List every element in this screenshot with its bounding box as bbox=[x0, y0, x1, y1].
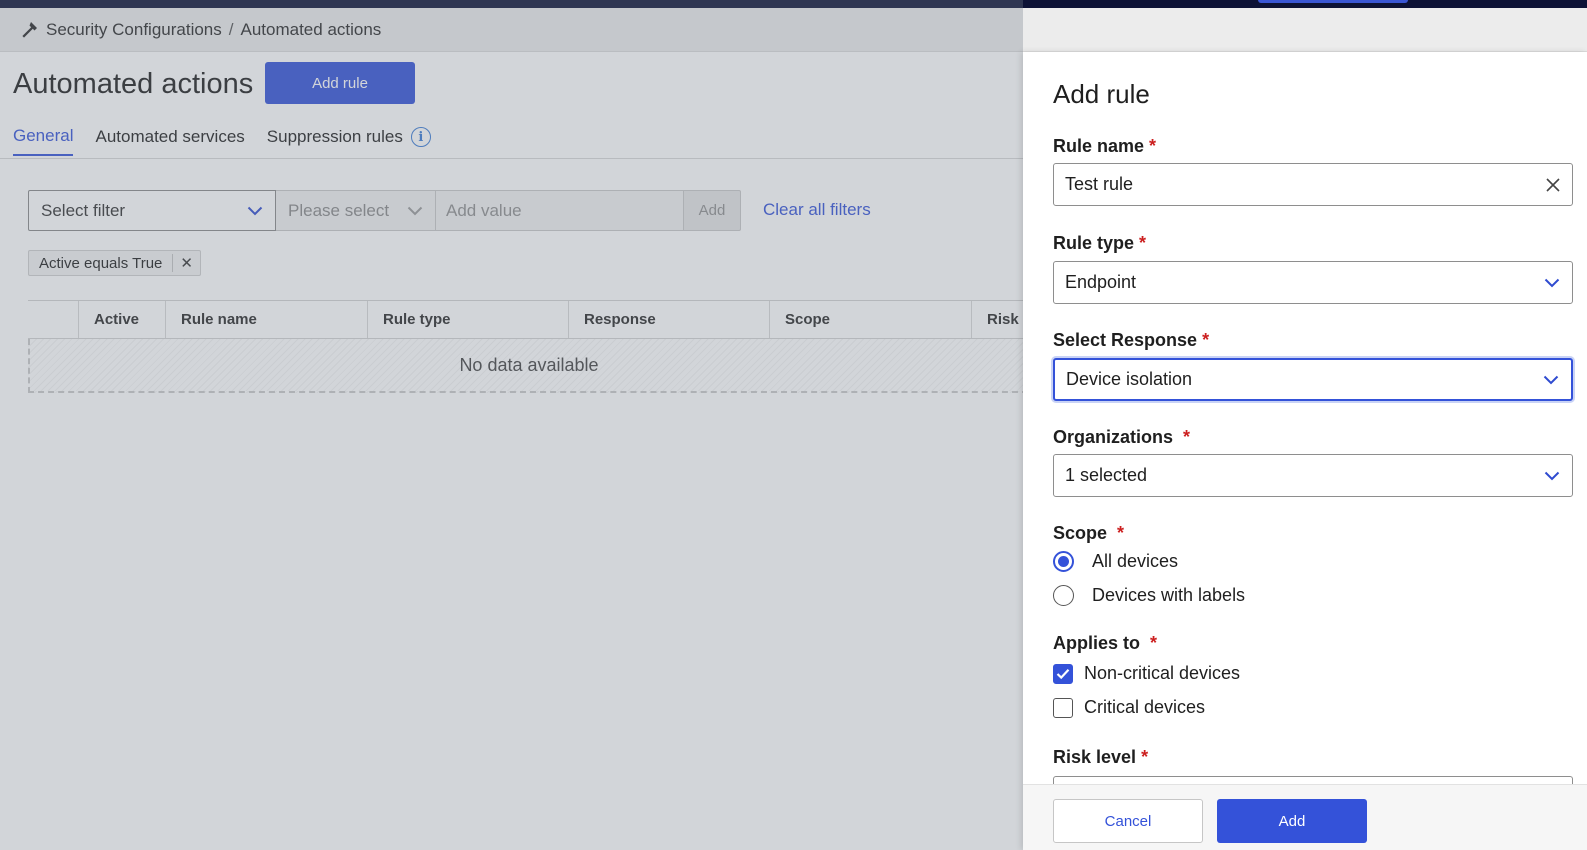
rule-type-value: Endpoint bbox=[1065, 272, 1137, 292]
drawer-footer: Cancel Add bbox=[1023, 784, 1587, 850]
scope-option-devices-with-labels-label: Devices with labels bbox=[1092, 585, 1246, 605]
organizations-label-text: Organizations bbox=[1053, 427, 1174, 447]
rule-name-label: Rule name * bbox=[1053, 136, 1156, 157]
rule-name-field[interactable] bbox=[1053, 163, 1573, 206]
scope-option-all-devices-label: All devices bbox=[1092, 551, 1179, 571]
checkmark-icon bbox=[1056, 668, 1070, 679]
drawer-title: Add rule bbox=[1053, 79, 1150, 109]
select-response-value: Device isolation bbox=[1066, 369, 1193, 389]
add-rule-drawer: Add rule Rule name* Rule type* Endpoint … bbox=[1023, 52, 1587, 850]
organizations-value: 1 selected bbox=[1065, 465, 1148, 485]
required-marker: * bbox=[1149, 136, 1157, 156]
scope-label: Scope * bbox=[1053, 523, 1124, 544]
organizations-label: Organizations * bbox=[1053, 427, 1190, 448]
rule-type-label: Rule type * bbox=[1053, 233, 1146, 254]
applies-to-label: Applies to * bbox=[1053, 633, 1157, 654]
chevron-down-icon bbox=[1544, 278, 1560, 287]
required-marker: * bbox=[1183, 427, 1191, 447]
rule-name-label-text: Rule name bbox=[1053, 136, 1145, 156]
risk-level-label-text: Risk level bbox=[1053, 747, 1137, 767]
required-marker: * bbox=[1150, 633, 1158, 653]
organizations-select[interactable]: 1 selected bbox=[1053, 454, 1573, 497]
applies-to-non-critical-label: Non-critical devices bbox=[1084, 663, 1241, 683]
topbar-active-indicator bbox=[1258, 0, 1408, 3]
select-response-label: Select Response * bbox=[1053, 330, 1209, 351]
close-icon[interactable] bbox=[1546, 177, 1560, 192]
applies-to-critical-label: Critical devices bbox=[1084, 697, 1206, 717]
select-response-dropdown[interactable]: Device isolation bbox=[1053, 358, 1573, 401]
chevron-down-icon bbox=[1543, 375, 1559, 384]
applies-to-label-text: Applies to bbox=[1053, 633, 1141, 653]
rule-type-select[interactable]: Endpoint bbox=[1053, 261, 1573, 304]
rule-type-label-text: Rule type bbox=[1053, 233, 1135, 253]
scope-option-all-devices[interactable]: All devices bbox=[1053, 551, 1178, 572]
required-marker: * bbox=[1202, 330, 1210, 350]
add-button[interactable]: Add bbox=[1217, 799, 1367, 843]
checkbox-unchecked[interactable] bbox=[1053, 697, 1073, 718]
required-marker: * bbox=[1139, 233, 1147, 253]
radio-selected[interactable] bbox=[1053, 551, 1074, 572]
risk-level-label: Risk level * bbox=[1053, 747, 1148, 768]
required-marker: * bbox=[1117, 523, 1125, 543]
select-response-label-text: Select Response bbox=[1053, 330, 1198, 350]
modal-backdrop[interactable] bbox=[0, 0, 1023, 850]
required-marker: * bbox=[1141, 747, 1149, 767]
scope-label-text: Scope bbox=[1053, 523, 1108, 543]
rule-name-input[interactable] bbox=[1065, 174, 1505, 195]
chevron-down-icon bbox=[1544, 471, 1560, 480]
cancel-button[interactable]: Cancel bbox=[1053, 799, 1203, 843]
applies-to-non-critical[interactable]: Non-critical devices bbox=[1053, 663, 1240, 684]
checkbox-checked[interactable] bbox=[1053, 663, 1073, 684]
radio-unselected[interactable] bbox=[1053, 585, 1074, 606]
applies-to-critical[interactable]: Critical devices bbox=[1053, 697, 1205, 718]
scope-option-devices-with-labels[interactable]: Devices with labels bbox=[1053, 585, 1245, 606]
